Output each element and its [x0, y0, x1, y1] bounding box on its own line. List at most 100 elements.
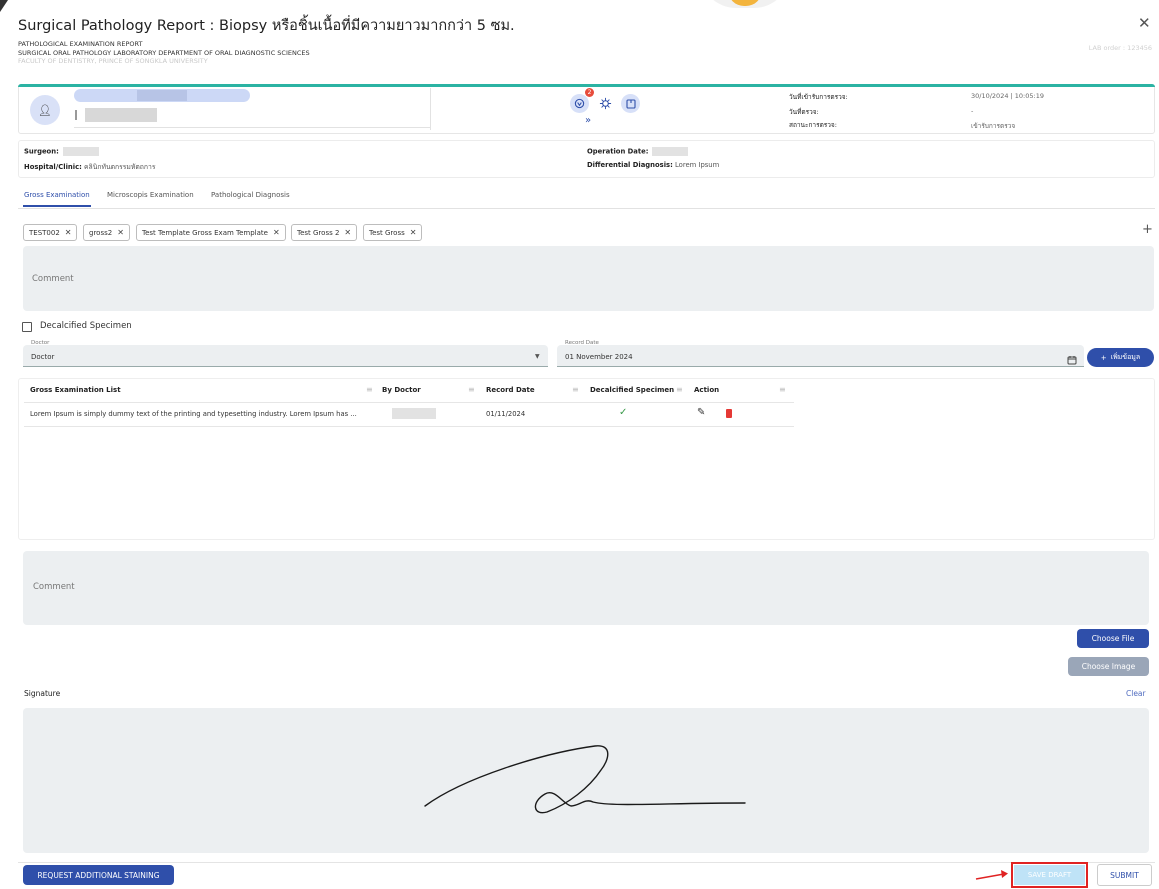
active-tab-indicator — [23, 205, 91, 207]
tab-pathological-diagnosis[interactable]: Pathological Diagnosis — [211, 191, 290, 199]
column-menu-icon[interactable]: ≡ — [676, 385, 683, 394]
notification-badge: 2 — [585, 88, 594, 97]
edit-icon[interactable]: ✎ — [697, 407, 705, 418]
column-header[interactable]: Gross Examination List — [30, 386, 121, 394]
column-menu-icon[interactable]: ≡ — [779, 385, 786, 394]
chip-label: Test Template Gross Exam Template — [142, 228, 268, 237]
template-chip[interactable]: Test Gross ✕ — [363, 224, 423, 241]
medical-icon — [574, 98, 585, 109]
decalcified-checkbox[interactable] — [22, 322, 32, 332]
close-icon[interactable]: ✕ — [117, 228, 124, 237]
close-icon[interactable]: ✕ — [1138, 14, 1151, 32]
report-header-line2: SURGICAL ORAL PATHOLOGY LABORATORY DEPAR… — [18, 48, 310, 57]
visit-date-label: วันที่เข้ารับการตรวจ: — [789, 93, 848, 101]
chip-label: Test Gross 2 — [297, 228, 340, 237]
template-chip[interactable]: Test Gross 2 ✕ — [291, 224, 358, 241]
lab-order: LAB order : 123456 — [1088, 44, 1152, 52]
add-entry-button[interactable]: + เพิ่มข้อมูล — [1087, 348, 1154, 367]
template-chip[interactable]: TEST002 ✕ — [23, 224, 78, 241]
record-date-label: Record Date — [565, 340, 599, 346]
general-comment-field[interactable]: Comment — [23, 551, 1149, 625]
submit-button[interactable]: SUBMIT — [1097, 864, 1152, 886]
delete-icon[interactable] — [726, 409, 732, 418]
operation-date-field: Operation Date: — [587, 147, 689, 156]
surgeon-field: Surgeon: — [24, 147, 99, 156]
doctor-label: Doctor — [31, 340, 50, 346]
report-header: PATHOLOGICAL EXAMINATION REPORT SURGICAL… — [18, 40, 310, 66]
virus-icon-button[interactable] — [596, 94, 615, 113]
patient-id-marker — [75, 110, 77, 120]
record-date-field[interactable]: 01 November 2024 — [557, 345, 1084, 367]
operation-date-label: Operation Date: — [587, 147, 649, 156]
operation-date-redacted — [652, 147, 689, 156]
column-menu-icon[interactable]: ≡ — [468, 385, 475, 394]
divider — [74, 127, 430, 128]
signature-stroke — [424, 745, 746, 814]
column-header[interactable]: Decalcified Specimen — [590, 386, 674, 394]
template-chip[interactable]: gross2 ✕ — [83, 224, 130, 241]
chip-label: TEST002 — [29, 228, 60, 237]
arrow-icon — [975, 870, 1008, 880]
template-chip[interactable]: Test Template Gross Exam Template ✕ — [136, 224, 286, 241]
column-header[interactable]: By Doctor — [382, 386, 421, 394]
divider — [18, 862, 1155, 863]
close-icon[interactable]: ✕ — [410, 228, 417, 237]
hospital-field: Hospital/Clinic: คลินิกทันตกรรมหัตถการ — [24, 161, 156, 172]
surgeon-redacted — [62, 147, 99, 156]
hospital-value: คลินิกทันตกรรมหัตถการ — [83, 163, 156, 171]
medical-icon-button[interactable] — [570, 94, 589, 113]
save-draft-button[interactable]: SAVE DRAFT — [1014, 865, 1085, 885]
signature-pad[interactable] — [23, 708, 1149, 853]
close-icon[interactable]: ✕ — [65, 228, 72, 237]
tab-gross-examination[interactable]: Gross Examination — [24, 191, 90, 199]
patient-id-redacted — [85, 108, 157, 122]
doctor-select[interactable]: Doctor ▼ — [23, 345, 548, 367]
patient-name-redacted — [74, 89, 250, 102]
diagnosis-label: Differential Diagnosis: — [587, 161, 673, 169]
divider — [24, 426, 794, 427]
choose-file-button[interactable]: Choose File — [1077, 629, 1149, 648]
request-staining-button[interactable]: REQUEST ADDITIONAL STAINING — [23, 865, 174, 885]
record-date-cell: 01/11/2024 — [486, 410, 526, 418]
decalcified-label: Decalcified Specimen — [40, 321, 132, 331]
user-icon: 👤︎ — [38, 103, 52, 117]
clear-signature-link[interactable]: Clear — [1126, 689, 1146, 698]
report-icon-button[interactable] — [621, 94, 640, 113]
gross-list-text: Lorem Ipsum is simply dummy text of the … — [30, 410, 357, 418]
diagnosis-field: Differential Diagnosis: Lorem Ipsum — [587, 161, 719, 169]
check-icon: ✓ — [619, 407, 628, 418]
close-icon[interactable]: ✕ — [344, 228, 351, 237]
tab-microscopic-examination[interactable]: Microscopis Examination — [107, 191, 194, 199]
column-header[interactable]: Record Date — [486, 386, 535, 394]
gross-comment-field[interactable]: Comment — [23, 246, 1154, 311]
record-date-value: 01 November 2024 — [565, 353, 633, 361]
surgeon-label: Surgeon: — [24, 147, 59, 156]
status-label: สถานะการตรวจ: — [789, 121, 837, 129]
divider — [18, 208, 1155, 209]
avatar: 👤︎ — [30, 95, 60, 125]
column-menu-icon[interactable]: ≡ — [366, 385, 373, 394]
column-header[interactable]: Action — [694, 386, 719, 394]
hospital-label: Hospital/Clinic: — [24, 163, 82, 171]
chevron-down-icon[interactable]: » — [585, 115, 591, 126]
diagnosis-value: Lorem Ipsum — [675, 161, 720, 169]
doctor-value: Doctor — [31, 353, 55, 361]
patient-card-accent — [18, 84, 1155, 87]
close-icon[interactable]: ✕ — [273, 228, 280, 237]
exam-date-label: วันที่ตรวจ: — [789, 108, 819, 116]
column-menu-icon[interactable]: ≡ — [572, 385, 579, 394]
divider — [24, 402, 794, 403]
calendar-icon[interactable] — [1067, 350, 1077, 369]
decorative-shape — [700, 0, 790, 8]
report-header-line1: PATHOLOGICAL EXAMINATION REPORT — [18, 40, 143, 48]
comment-placeholder: Comment — [33, 582, 75, 592]
visit-date-value: 30/10/2024 | 10:05:19 — [971, 92, 1044, 100]
report-header-line3: FACULTY OF DENTISTRY, PRINCE OF SONGKLA … — [18, 57, 208, 65]
chip-label: gross2 — [89, 228, 113, 237]
chip-label: Test Gross — [369, 228, 405, 237]
status-value: เข้ารับการตรวจ — [971, 122, 1016, 130]
plus-icon: + — [1100, 353, 1107, 362]
choose-image-button[interactable]: Choose Image — [1068, 657, 1149, 676]
dialog-title: Surgical Pathology Report : Biopsy หรือช… — [18, 18, 515, 34]
add-template-icon[interactable]: + — [1142, 222, 1153, 237]
